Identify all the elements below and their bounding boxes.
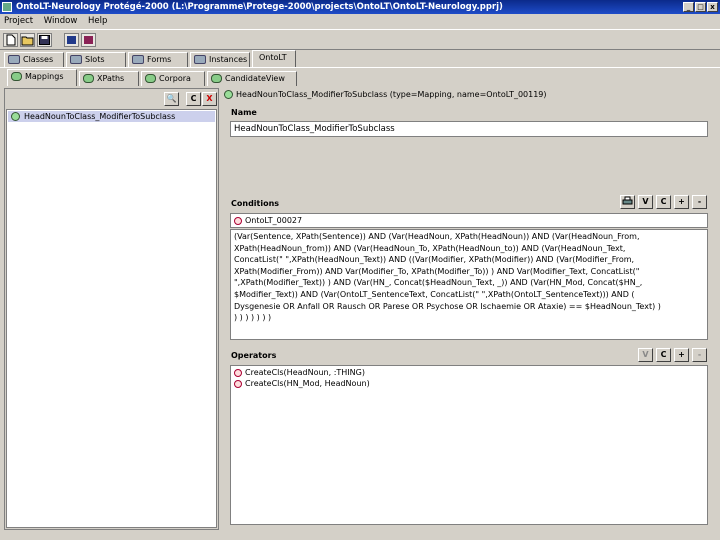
mappings-icon: [11, 72, 22, 81]
list-item[interactable]: CreateCls(HN_Mod, HeadNoun): [233, 378, 705, 389]
tab-slots[interactable]: Slots: [66, 52, 126, 67]
delete-button[interactable]: X: [202, 92, 217, 106]
app-icon: [2, 2, 12, 12]
tab-classes[interactable]: Classes: [4, 52, 64, 67]
add-condition-button[interactable]: +: [674, 195, 689, 209]
open-folder-icon[interactable]: [20, 33, 35, 47]
mapping-icon: [224, 90, 233, 99]
create-condition-button[interactable]: C: [656, 195, 671, 209]
remove-condition-button[interactable]: -: [692, 195, 707, 209]
toolbar: [0, 29, 720, 50]
corpora-icon: [145, 74, 156, 83]
mappings-header: 🔍 C X: [6, 90, 217, 108]
detail-header: HeadNounToClass_ModifierToSubclass (type…: [223, 88, 713, 102]
condition-expression[interactable]: (Var(Sentence, XPath(Sentence)) AND (Var…: [230, 229, 708, 340]
minimize-button[interactable]: _: [683, 2, 694, 12]
operator-icon: [234, 380, 242, 388]
close-button[interactable]: x: [707, 2, 718, 12]
window-title: OntoLT-Neurology Protégé-2000 (L:\Progra…: [16, 2, 503, 12]
menu-bar: Project Window Help: [0, 14, 720, 29]
tab-corpora[interactable]: Corpora: [141, 71, 205, 86]
operators-label: Operators: [231, 351, 277, 360]
remove-operator-button[interactable]: -: [692, 348, 707, 362]
find-icon[interactable]: 🔍: [164, 92, 179, 106]
instances-icon: [194, 55, 206, 64]
condition-ref-field[interactable]: OntoLT_00027: [230, 213, 708, 228]
add-operator-button[interactable]: +: [674, 348, 689, 362]
conditions-label: Conditions: [231, 199, 280, 208]
main-tab-bar: Classes Slots Forms Instances OntoLT: [0, 50, 720, 67]
tab-forms[interactable]: Forms: [128, 52, 188, 67]
paste-icon[interactable]: [81, 33, 96, 47]
name-label: Name: [231, 108, 257, 117]
tab-xpaths[interactable]: XPaths: [79, 71, 139, 86]
maximize-button[interactable]: □: [695, 2, 706, 12]
title-bar: OntoLT-Neurology Protégé-2000 (L:\Progra…: [0, 0, 720, 14]
tab-mappings[interactable]: Mappings: [7, 69, 77, 86]
slots-icon: [70, 55, 82, 64]
operator-icon: [234, 369, 242, 377]
xpaths-icon: [83, 74, 94, 83]
candidateview-icon: [211, 74, 222, 83]
mapping-icon: [11, 112, 20, 121]
sub-tab-bar: Mappings XPaths Corpora CandidateView: [3, 69, 715, 86]
name-field[interactable]: HeadNounToClass_ModifierToSubclass: [230, 121, 708, 137]
create-button[interactable]: C: [186, 92, 201, 106]
tab-instances[interactable]: Instances: [190, 52, 250, 67]
cut-icon[interactable]: [64, 33, 79, 47]
mappings-panel: 🔍 C X HeadNounToClass_ModifierToSubclass: [4, 88, 219, 530]
save-icon[interactable]: [37, 33, 52, 47]
tab-ontolt[interactable]: OntoLT: [252, 50, 296, 67]
print-icon[interactable]: [620, 195, 635, 209]
classes-icon: [8, 55, 20, 64]
view-operator-button[interactable]: V: [638, 348, 653, 362]
view-condition-button[interactable]: V: [638, 195, 653, 209]
tab-candidateview[interactable]: CandidateView: [207, 71, 297, 86]
create-operator-button[interactable]: C: [656, 348, 671, 362]
forms-icon: [132, 55, 144, 64]
condition-icon: [234, 217, 242, 225]
menu-help[interactable]: Help: [84, 14, 111, 29]
operators-list: CreateCls(HeadNoun, :THING) CreateCls(HN…: [230, 365, 708, 525]
mappings-list: HeadNounToClass_ModifierToSubclass: [6, 109, 217, 528]
new-file-icon[interactable]: [3, 33, 18, 47]
list-item[interactable]: CreateCls(HeadNoun, :THING): [233, 367, 705, 378]
menu-project[interactable]: Project: [0, 14, 37, 29]
menu-window[interactable]: Window: [40, 14, 82, 29]
mapping-detail-panel: HeadNounToClass_ModifierToSubclass (type…: [222, 88, 716, 530]
list-item[interactable]: HeadNounToClass_ModifierToSubclass: [8, 111, 215, 122]
